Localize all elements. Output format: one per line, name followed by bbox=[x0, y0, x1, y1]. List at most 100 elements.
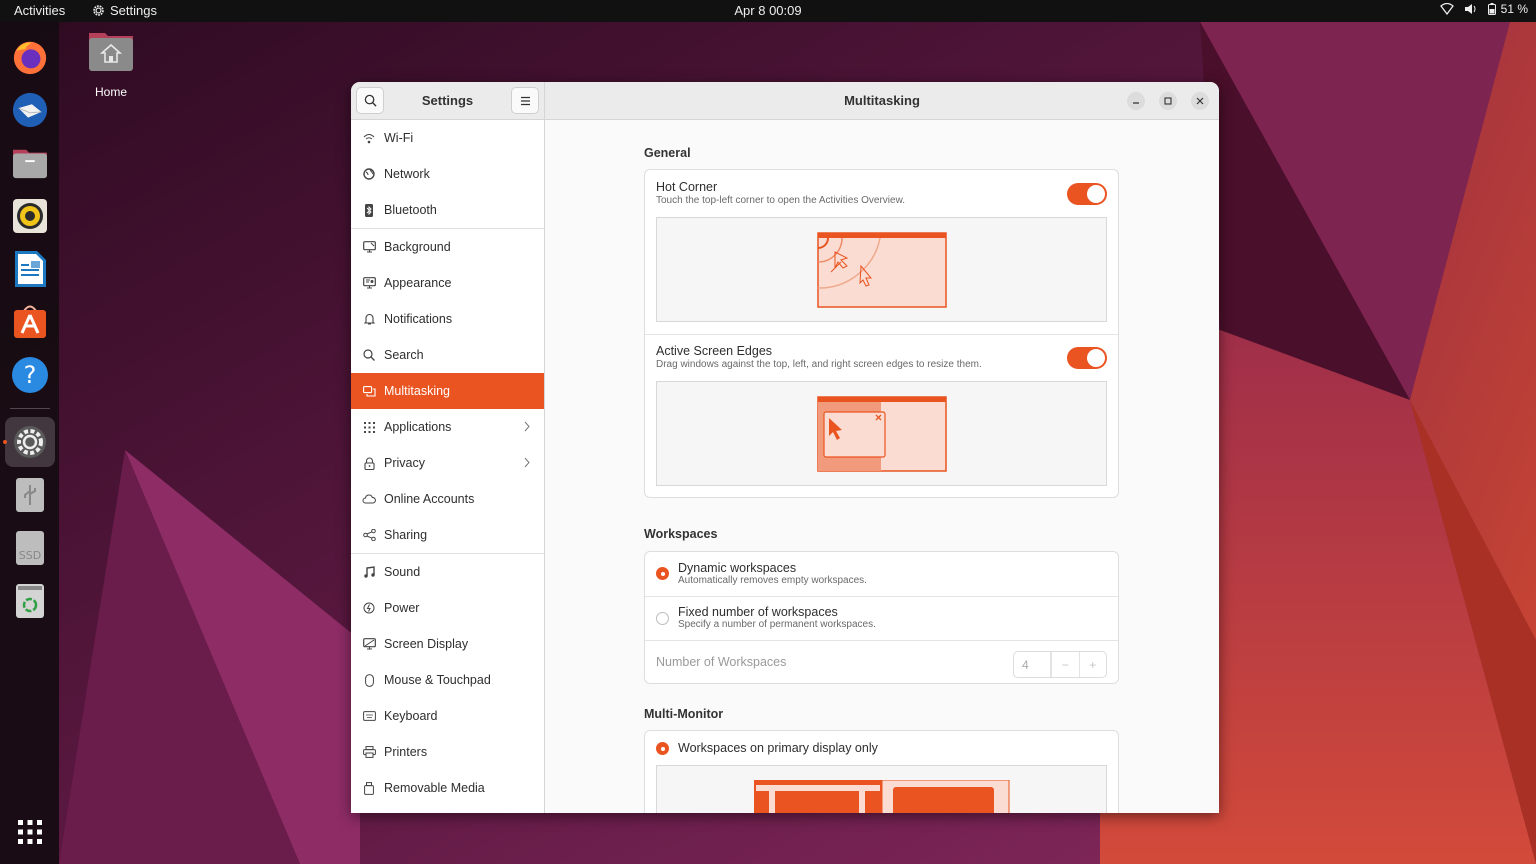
header-bar: Multitasking bbox=[545, 82, 1219, 120]
sidebar-item-keyboard[interactable]: Keyboard bbox=[351, 698, 544, 734]
writer-icon bbox=[15, 251, 46, 287]
sidebar-item-label: Appearance bbox=[384, 276, 452, 290]
fixed-workspaces-subtitle: Specify a number of permanent workspaces… bbox=[678, 619, 876, 630]
sidebar: Wi-Fi Network Bluetooth Background Appea… bbox=[351, 120, 545, 813]
sidebar-item-label: Applications bbox=[384, 420, 452, 434]
keyboard-icon bbox=[362, 711, 376, 721]
chevron-right-icon bbox=[524, 457, 530, 467]
sidebar-item-bluetooth[interactable]: Bluetooth bbox=[351, 192, 544, 228]
sidebar-header: Settings bbox=[351, 82, 545, 120]
dock-ubuntu-software[interactable] bbox=[5, 297, 55, 347]
rhythmbox-icon bbox=[13, 199, 47, 233]
desktop-home-label: Home bbox=[94, 85, 127, 99]
sidebar-item-removable-media[interactable]: Removable Media bbox=[351, 770, 544, 806]
settings-icon bbox=[14, 426, 46, 458]
number-of-workspaces-spinbutton[interactable]: 4 − + bbox=[1013, 651, 1107, 678]
apps-grid-icon bbox=[363, 421, 375, 433]
workspaces-count-input[interactable]: 4 bbox=[1014, 652, 1051, 677]
printer-icon bbox=[362, 746, 376, 758]
dock-writer[interactable] bbox=[5, 244, 55, 294]
dock-firefox[interactable] bbox=[5, 32, 55, 82]
network-icon bbox=[363, 168, 375, 180]
hot-corner-toggle[interactable] bbox=[1067, 183, 1107, 205]
sidebar-item-multitasking[interactable]: Multitasking bbox=[351, 373, 544, 409]
system-tray[interactable]: 51 % bbox=[1439, 2, 1528, 16]
dynamic-workspaces-row[interactable]: Dynamic workspaces Automatically removes… bbox=[645, 552, 1118, 596]
top-bar: Activities Settings Apr 8 00:09 51 % bbox=[0, 0, 1536, 22]
fixed-workspaces-row[interactable]: Fixed number of workspaces Specify a num… bbox=[645, 597, 1118, 640]
minimize-icon bbox=[1133, 102, 1139, 104]
maximize-button[interactable] bbox=[1159, 92, 1177, 110]
close-button[interactable] bbox=[1191, 92, 1209, 110]
dynamic-workspaces-title: Dynamic workspaces bbox=[678, 561, 797, 575]
primary-menu-button[interactable] bbox=[511, 87, 539, 114]
fixed-workspaces-title: Fixed number of workspaces bbox=[678, 605, 838, 619]
dynamic-workspaces-radio[interactable] bbox=[656, 567, 669, 580]
dock-settings[interactable] bbox=[3, 417, 55, 467]
desktop-home-icon[interactable]: Home bbox=[84, 30, 138, 99]
sidebar-item-privacy[interactable]: Privacy bbox=[351, 445, 544, 481]
sidebar-item-search[interactable]: Search bbox=[351, 337, 544, 373]
section-heading-workspaces: Workspaces bbox=[644, 527, 718, 541]
active-edges-toggle[interactable] bbox=[1067, 347, 1107, 369]
page-title: Multitasking bbox=[844, 93, 920, 108]
sidebar-item-label: Background bbox=[384, 240, 451, 254]
minimize-button[interactable] bbox=[1127, 92, 1145, 110]
appearance-icon bbox=[362, 277, 376, 289]
dock-files[interactable] bbox=[5, 138, 55, 188]
section-heading-general: General bbox=[644, 146, 691, 160]
bell-icon bbox=[363, 313, 375, 325]
decrement-button[interactable]: − bbox=[1051, 652, 1079, 677]
close-icon bbox=[1196, 97, 1204, 105]
fixed-workspaces-radio[interactable] bbox=[656, 612, 669, 625]
sidebar-item-applications[interactable]: Applications bbox=[351, 409, 544, 445]
sidebar-item-label: Bluetooth bbox=[384, 203, 437, 217]
sidebar-item-printers[interactable]: Printers bbox=[351, 734, 544, 770]
sidebar-item-label: Power bbox=[384, 601, 420, 615]
software-icon bbox=[14, 305, 46, 338]
sidebar-item-label: Removable Media bbox=[384, 781, 485, 795]
sidebar-item-sound[interactable]: Sound bbox=[351, 554, 544, 590]
dock-trash[interactable] bbox=[5, 576, 55, 626]
sidebar-item-network[interactable]: Network bbox=[351, 156, 544, 192]
clock[interactable]: Apr 8 00:09 bbox=[0, 3, 1536, 18]
sidebar-item-label: Sharing bbox=[384, 528, 428, 542]
row-divider bbox=[645, 334, 1118, 335]
sidebar-item-mouse-touchpad[interactable]: Mouse & Touchpad bbox=[351, 662, 544, 698]
dock-rhythmbox[interactable] bbox=[5, 191, 55, 241]
svg-text:SSD: SSD bbox=[19, 549, 41, 562]
sidebar-item-notifications[interactable]: Notifications bbox=[351, 301, 544, 337]
sidebar-item-wifi[interactable]: Wi-Fi bbox=[351, 120, 544, 156]
wifi-icon bbox=[363, 133, 375, 143]
workspaces-card: Dynamic workspaces Automatically removes… bbox=[644, 551, 1119, 684]
dock-ssd-drive[interactable]: SSD bbox=[5, 523, 55, 573]
sidebar-item-background[interactable]: Background bbox=[351, 229, 544, 265]
dock: ? SSD bbox=[0, 22, 59, 864]
sidebar-item-sharing[interactable]: Sharing bbox=[351, 517, 544, 553]
hamburger-menu-icon bbox=[520, 96, 530, 105]
ssd-icon: SSD bbox=[16, 531, 44, 565]
sidebar-item-power[interactable]: Power bbox=[351, 590, 544, 626]
sidebar-item-label: Screen Display bbox=[384, 637, 469, 651]
primary-display-only-row[interactable]: Workspaces on primary display only bbox=[645, 731, 1118, 765]
mouse-icon bbox=[364, 673, 374, 687]
background-icon bbox=[362, 241, 376, 253]
dock-thunderbird[interactable] bbox=[5, 85, 55, 135]
hot-corner-subtitle: Touch the top-left corner to open the Ac… bbox=[656, 195, 906, 206]
show-apps-button[interactable] bbox=[5, 807, 55, 857]
sidebar-item-appearance[interactable]: Appearance bbox=[351, 265, 544, 301]
maximize-icon bbox=[1164, 97, 1172, 105]
dynamic-workspaces-subtitle: Automatically removes empty workspaces. bbox=[678, 575, 867, 586]
sidebar-item-screen-display[interactable]: Screen Display bbox=[351, 626, 544, 662]
battery-percent: 51 % bbox=[1500, 2, 1528, 16]
dock-usb-drive[interactable] bbox=[5, 470, 55, 520]
battery-icon bbox=[1487, 3, 1496, 15]
sidebar-item-label: Printers bbox=[384, 745, 428, 759]
help-icon: ? bbox=[12, 357, 48, 393]
increment-button[interactable]: + bbox=[1078, 652, 1107, 677]
primary-display-only-radio[interactable] bbox=[656, 742, 669, 755]
dock-help[interactable]: ? bbox=[5, 350, 55, 400]
display-icon bbox=[362, 638, 376, 650]
volume-icon bbox=[1464, 4, 1476, 14]
sidebar-item-online-accounts[interactable]: Online Accounts bbox=[351, 481, 544, 517]
